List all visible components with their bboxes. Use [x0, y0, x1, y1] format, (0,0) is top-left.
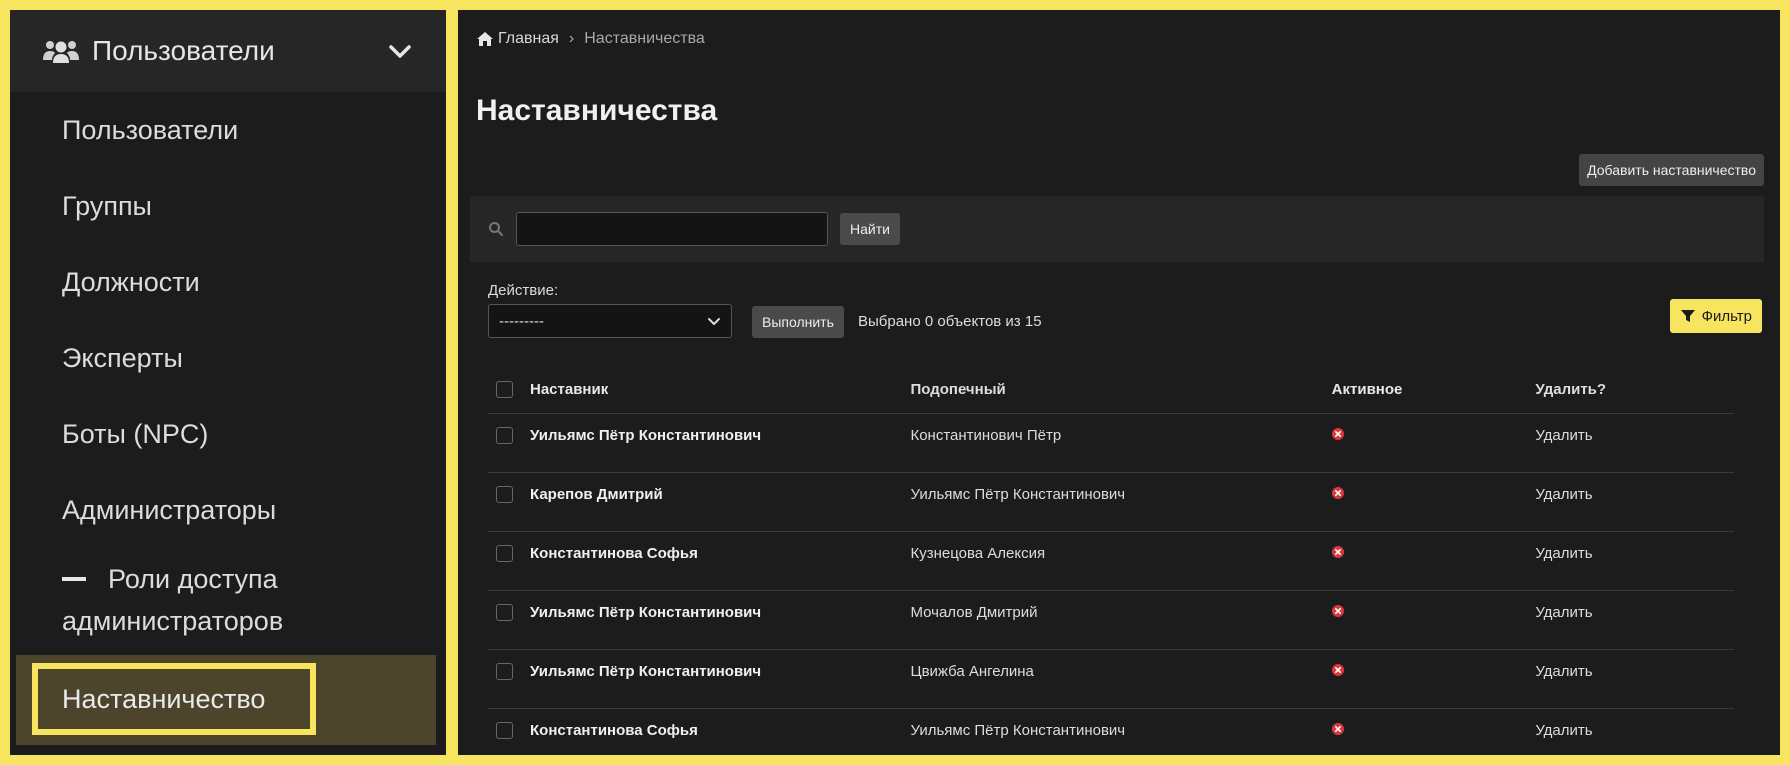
mentorship-table: Наставник Подопечный Активное Удалить? У… [488, 366, 1734, 755]
row-checkbox[interactable] [496, 544, 513, 562]
table-row: Уильямс Пётр Константинович Мочалов Дмитр… [488, 591, 1734, 650]
filter-button-label: Фильтр [1701, 307, 1752, 325]
mentor-link[interactable]: Уильямс Пётр Константинович [530, 604, 910, 621]
filter-button[interactable]: Фильтр [1669, 299, 1762, 333]
table-header-row: Наставник Подопечный Активное Удалить? [488, 366, 1734, 414]
column-header-active[interactable]: Активное [1332, 381, 1536, 398]
active-status-cell [1331, 486, 1536, 503]
active-status-cell [1331, 604, 1536, 621]
breadcrumb: Главная › Наставничества [476, 30, 705, 48]
inactive-x-icon [1331, 427, 1344, 440]
sidebar-item-admins[interactable]: Администраторы [10, 472, 446, 548]
mentee-cell: Кузнецова Алексия [910, 544, 1046, 562]
mentor-link[interactable]: Уильямс Пётр Константинович [530, 663, 910, 680]
sidebar-item-label: Роли доступа [108, 564, 278, 594]
sidebar-item-users[interactable]: Пользователи [10, 92, 446, 168]
main-content: Главная › Наставничества Наставничества … [458, 10, 1780, 755]
sidebar-item-bots[interactable]: Боты (NPC) [10, 396, 446, 472]
sidebar-item-positions[interactable]: Должности [10, 244, 446, 320]
select-all-checkbox[interactable] [496, 381, 513, 398]
table-row: Константинова Софья Кузнецова Алексия Удал… [488, 532, 1734, 591]
selected-count: Выбрано 0 объектов из 15 [858, 313, 1042, 330]
inactive-x-icon [1331, 722, 1344, 735]
home-icon [477, 32, 493, 46]
inactive-x-icon [1331, 604, 1344, 617]
sidebar: Пользователи Пользователи Группы Должнос… [10, 10, 446, 755]
sidebar-item-mentorship[interactable]: Наставничество [32, 663, 316, 735]
search-input[interactable] [516, 212, 828, 246]
users-icon [43, 41, 79, 63]
funnel-icon [1680, 310, 1695, 322]
breadcrumb-current: Наставничества [584, 30, 705, 47]
chevron-down-icon [708, 318, 720, 325]
delete-link[interactable]: Удалить [1535, 722, 1734, 739]
column-header-delete: Удалить? [1535, 381, 1607, 398]
delete-link[interactable]: Удалить [1535, 663, 1734, 680]
mentee-cell: Константинович Пётр [910, 426, 1062, 444]
row-checkbox[interactable] [496, 662, 513, 680]
sidebar-item-label-line2: администраторов [62, 606, 284, 636]
breadcrumb-separator: › [568, 30, 575, 47]
sidebar-item-experts[interactable]: Эксперты [10, 320, 446, 396]
active-status-cell [1331, 545, 1536, 562]
page-title: Наставничества [476, 94, 718, 127]
inactive-x-icon [1331, 545, 1344, 558]
mentor-link[interactable]: Уильямс Пётр Константинович [530, 427, 910, 444]
chevron-down-icon[interactable] [386, 37, 414, 65]
action-select-value: --------- [499, 312, 544, 330]
add-mentorship-button[interactable]: Добавить наставничество [1579, 154, 1764, 186]
table-row: Уильямс Пётр Константинович Константинови… [488, 414, 1734, 473]
sidebar-section-title: Пользователи [92, 35, 275, 66]
sidebar-item-groups[interactable]: Группы [10, 168, 446, 244]
breadcrumb-home-link[interactable]: Главная [498, 30, 559, 48]
delete-link[interactable]: Удалить [1535, 545, 1734, 562]
mentee-cell: Мочалов Дмитрий [910, 603, 1038, 621]
table-row: Уильямс Пётр Константинович Цвижба Ангели… [488, 650, 1734, 709]
sidebar-active-row: Наставничество [16, 655, 436, 745]
delete-link[interactable]: Удалить [1535, 604, 1734, 621]
row-checkbox[interactable] [496, 721, 513, 739]
sidebar-section-users[interactable]: Пользователи [10, 10, 446, 92]
minus-icon [62, 576, 86, 581]
action-select[interactable]: --------- [488, 304, 732, 338]
delete-link[interactable]: Удалить [1535, 486, 1734, 503]
mentee-cell: Цвижба Ангелина [910, 662, 1034, 680]
search-icon [489, 222, 503, 236]
column-header-mentee[interactable]: Подопечный [910, 381, 1331, 398]
search-button[interactable]: Найти [840, 213, 900, 245]
delete-link[interactable]: Удалить [1535, 427, 1734, 444]
active-status-cell [1331, 663, 1536, 680]
active-status-cell [1331, 427, 1536, 444]
mentee-cell: Уильямс Пётр Константинович [910, 721, 1126, 739]
mentor-link[interactable]: Константинова Софья [530, 545, 910, 562]
table-body: Уильямс Пётр Константинович Константинови… [488, 414, 1734, 755]
run-action-button[interactable]: Выполнить [752, 306, 844, 338]
mentee-cell: Уильямс Пётр Константинович [910, 485, 1126, 503]
inactive-x-icon [1331, 486, 1344, 499]
mentor-link[interactable]: Константинова Софья [530, 722, 910, 739]
table-row: Карепов Дмитрий Уильямс Пётр Константинов… [488, 473, 1734, 532]
action-label: Действие: [488, 282, 559, 299]
inactive-x-icon [1331, 663, 1344, 676]
column-header-mentor[interactable]: Наставник [530, 381, 910, 398]
search-bar: Найти [470, 196, 1764, 262]
active-status-cell [1331, 722, 1536, 739]
sidebar-item-admin-roles[interactable]: Роли доступа администраторов [10, 548, 446, 652]
row-checkbox[interactable] [496, 485, 513, 503]
mentor-link[interactable]: Карепов Дмитрий [530, 486, 910, 503]
row-checkbox[interactable] [496, 603, 513, 621]
table-row: Константинова Софья Уильямс Пётр Констант… [488, 709, 1734, 755]
row-checkbox[interactable] [496, 426, 513, 444]
